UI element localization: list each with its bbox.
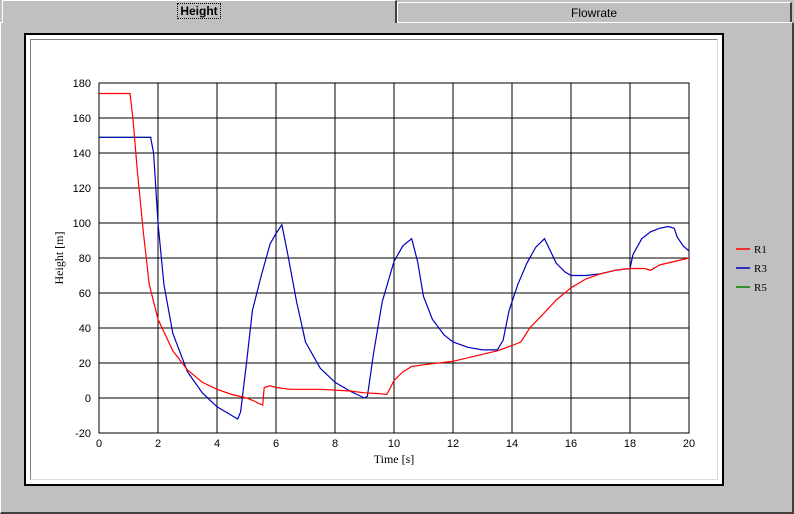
x-tick-label: 12 (447, 438, 459, 450)
y-tick-label: 40 (79, 323, 91, 335)
y-tick-label: 0 (85, 393, 91, 405)
y-tick-label: 20 (79, 358, 91, 370)
x-tick-label: 2 (155, 438, 161, 450)
x-tick-label: 4 (214, 438, 220, 450)
height-chart: 0 2 4 6 8 10 12 14 16 18 20 -20 0 20 40 60 80 100 120 140 16… (52, 78, 767, 466)
y-tick-label: 120 (73, 183, 91, 195)
x-tick-label: 0 (96, 438, 102, 450)
y-tick-label: 60 (79, 288, 91, 300)
y-tick-label: -20 (75, 428, 91, 440)
legend-label-r5: R5 (754, 282, 767, 294)
y-tick-label: 140 (73, 148, 91, 160)
tab-height[interactable]: Height (2, 0, 397, 23)
legend-label-r3: R3 (754, 263, 767, 275)
y-axis-label: Height [m] (52, 232, 66, 285)
x-tick-label: 6 (273, 438, 279, 450)
y-tick-label: 160 (73, 113, 91, 125)
x-axis-label: Time [s] (374, 452, 415, 466)
tab-height-label: Height (177, 3, 221, 19)
y-tick-label: 180 (73, 78, 91, 90)
x-tick-label: 16 (565, 438, 577, 450)
x-tick-label: 8 (332, 438, 338, 450)
x-tick-label: 10 (388, 438, 400, 450)
y-tick-label: 100 (73, 218, 91, 230)
x-tick-label: 18 (624, 438, 636, 450)
legend-label-r1: R1 (754, 244, 767, 256)
x-tick-label: 20 (683, 438, 695, 450)
y-tick-label: 80 (79, 253, 91, 265)
x-tick-label: 14 (506, 438, 518, 450)
